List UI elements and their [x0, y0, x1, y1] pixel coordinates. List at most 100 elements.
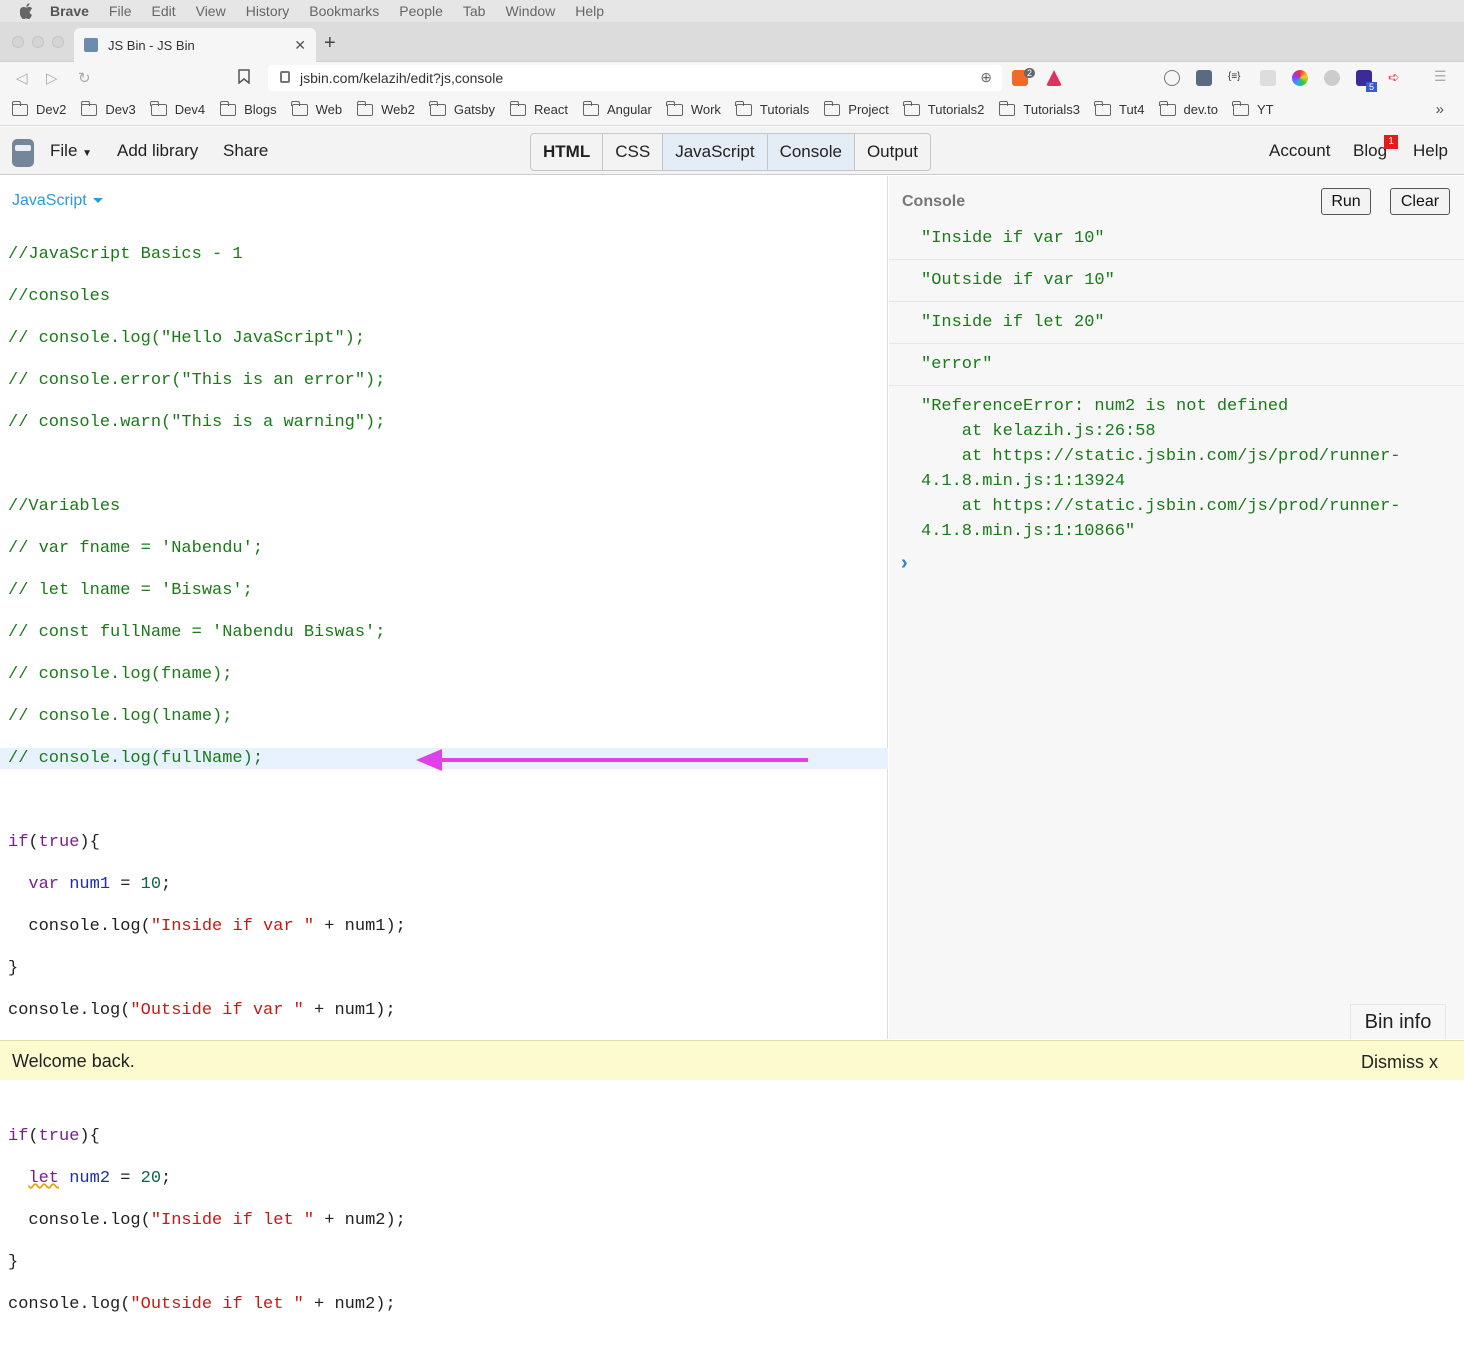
- window-minimize-button[interactable]: [32, 36, 44, 48]
- code-line: console.log("Outside if var " + num1);: [8, 1001, 396, 1020]
- extension-monitor-icon[interactable]: [1196, 70, 1212, 86]
- bookmark-label: Gatsby: [453, 102, 496, 117]
- bin-info-button[interactable]: Bin info: [1350, 1004, 1446, 1039]
- help-link[interactable]: Help: [1413, 141, 1448, 161]
- welcome-message: Welcome back.: [12, 1051, 135, 1071]
- bookmark-label: Angular: [607, 102, 652, 117]
- tab-javascript[interactable]: JavaScript: [663, 134, 768, 170]
- back-icon[interactable]: ◁: [16, 69, 28, 87]
- tab-css[interactable]: CSS: [603, 134, 664, 170]
- forward-icon[interactable]: ▷: [46, 69, 58, 87]
- menu-file[interactable]: File: [109, 3, 132, 19]
- extension-grid-icon[interactable]: [1260, 70, 1276, 86]
- code-line: // let lname = 'Biswas';: [8, 581, 253, 600]
- bookmark-blogs[interactable]: Blogs: [219, 100, 277, 117]
- bookmark-gatsby[interactable]: Gatsby: [429, 100, 496, 117]
- code-line: }: [8, 1253, 19, 1272]
- folder-icon: [735, 100, 752, 116]
- editor-language-selector[interactable]: JavaScript: [12, 192, 103, 210]
- folder-icon: [291, 100, 308, 116]
- bookmark-tut4[interactable]: Tut4: [1094, 100, 1145, 117]
- bookmark-angular[interactable]: Angular: [582, 100, 652, 117]
- bookmarks-overflow-icon[interactable]: »: [1436, 101, 1444, 118]
- code-editor[interactable]: //JavaScript Basics - 1 //consoles // co…: [8, 223, 406, 1357]
- code-line: if(true){: [8, 833, 100, 852]
- caret-down-icon: ▼: [82, 148, 93, 159]
- console-prompt-icon[interactable]: ›: [901, 552, 908, 575]
- browser-tab-strip: JS Bin - JS Bin ✕ +: [0, 22, 1464, 62]
- bookmark-dev2[interactable]: Dev2: [11, 100, 66, 117]
- extension-face-icon[interactable]: [1324, 70, 1340, 86]
- folder-icon: [150, 100, 167, 116]
- bookmark-tutorials3[interactable]: Tutorials3: [998, 100, 1080, 117]
- menu-bookmarks[interactable]: Bookmarks: [309, 3, 379, 19]
- share-button[interactable]: Share: [223, 141, 268, 161]
- tab-close-icon[interactable]: ✕: [294, 37, 306, 54]
- menu-window[interactable]: Window: [505, 3, 555, 19]
- bookmark-dev3[interactable]: Dev3: [80, 100, 136, 117]
- bookmark-label: Work: [690, 102, 721, 117]
- extension-json-icon[interactable]: {≡}: [1228, 71, 1244, 87]
- folder-icon: [11, 100, 28, 116]
- blog-notification-badge: 1: [1384, 135, 1398, 149]
- folder-icon: [1094, 100, 1111, 116]
- new-tab-button[interactable]: +: [324, 32, 336, 55]
- clear-button[interactable]: Clear: [1390, 188, 1450, 215]
- menu-app-name[interactable]: Brave: [50, 3, 89, 19]
- bookmark-yt[interactable]: YT: [1232, 100, 1274, 117]
- bookmark-web[interactable]: Web: [291, 100, 342, 117]
- url-text: jsbin.com/kelazih/edit?js,console: [300, 70, 504, 86]
- reload-icon[interactable]: ↻: [78, 69, 91, 87]
- folder-icon: [219, 100, 237, 116]
- apple-icon[interactable]: [19, 3, 34, 20]
- bookmark-tutorials2[interactable]: Tutorials2: [903, 100, 984, 117]
- window-zoom-button[interactable]: [52, 36, 64, 48]
- menu-help[interactable]: Help: [575, 3, 604, 19]
- jsbin-logo-icon[interactable]: [12, 139, 34, 167]
- bookmark-work[interactable]: Work: [666, 100, 721, 117]
- bookmark-tutorials[interactable]: Tutorials: [735, 100, 809, 117]
- tab-console[interactable]: Console: [767, 134, 855, 170]
- browser-tab[interactable]: JS Bin - JS Bin ✕: [74, 28, 316, 62]
- tab-output[interactable]: Output: [855, 134, 930, 170]
- code-line: }: [8, 959, 19, 978]
- zoom-icon[interactable]: ⊕: [980, 69, 992, 86]
- menu-history[interactable]: History: [246, 3, 290, 19]
- tab-html[interactable]: HTML: [531, 134, 604, 170]
- browser-menu-icon[interactable]: ☰: [1434, 68, 1450, 84]
- tab-title: JS Bin - JS Bin: [108, 37, 195, 53]
- bookmark-web2[interactable]: Web2: [356, 100, 415, 117]
- address-bar[interactable]: jsbin.com/kelazih/edit?js,console ⊕: [268, 65, 1002, 91]
- bookmark-react[interactable]: React: [509, 100, 568, 117]
- add-library-button[interactable]: Add library: [117, 141, 198, 161]
- menu-people[interactable]: People: [399, 3, 443, 19]
- account-link[interactable]: Account: [1269, 141, 1330, 161]
- menu-edit[interactable]: Edit: [151, 3, 175, 19]
- extension-colorpicker-icon[interactable]: [1292, 70, 1308, 86]
- menu-tab[interactable]: Tab: [463, 3, 486, 19]
- dismiss-button[interactable]: Dismiss x: [1361, 1052, 1438, 1073]
- folder-icon: [666, 100, 683, 116]
- javascript-editor-panel[interactable]: JavaScript //JavaScript Basics - 1 //con…: [0, 176, 888, 1314]
- code-line: // console.log(lname);: [8, 707, 233, 726]
- lock-icon: [280, 71, 290, 83]
- bookmark-project[interactable]: Project: [823, 100, 889, 117]
- extension-share-icon[interactable]: ➪: [1388, 69, 1404, 85]
- code-line: console.log("Inside if var " + num1);: [8, 917, 406, 936]
- blog-link[interactable]: Blog: [1353, 141, 1387, 161]
- extension-h-icon[interactable]: [1164, 70, 1180, 86]
- bookmark-dev4[interactable]: Dev4: [150, 100, 205, 117]
- bookmark-label: React: [534, 102, 568, 117]
- bookmark-devto[interactable]: dev.to: [1159, 100, 1218, 117]
- bookmark-icon[interactable]: [238, 69, 250, 88]
- run-button[interactable]: Run: [1321, 188, 1371, 215]
- console-line: "Inside if let 20": [889, 302, 1464, 344]
- brave-rewards-icon[interactable]: [1046, 70, 1062, 86]
- code-line: // console.log("Hello JavaScript");: [8, 329, 366, 348]
- window-close-button[interactable]: [12, 36, 24, 48]
- bookmarks-bar: Dev2 Dev3 Dev4 Blogs Web Web2 Gatsby Rea…: [0, 94, 1464, 126]
- file-menu-button[interactable]: File ▼: [50, 141, 92, 161]
- menu-view[interactable]: View: [196, 3, 226, 19]
